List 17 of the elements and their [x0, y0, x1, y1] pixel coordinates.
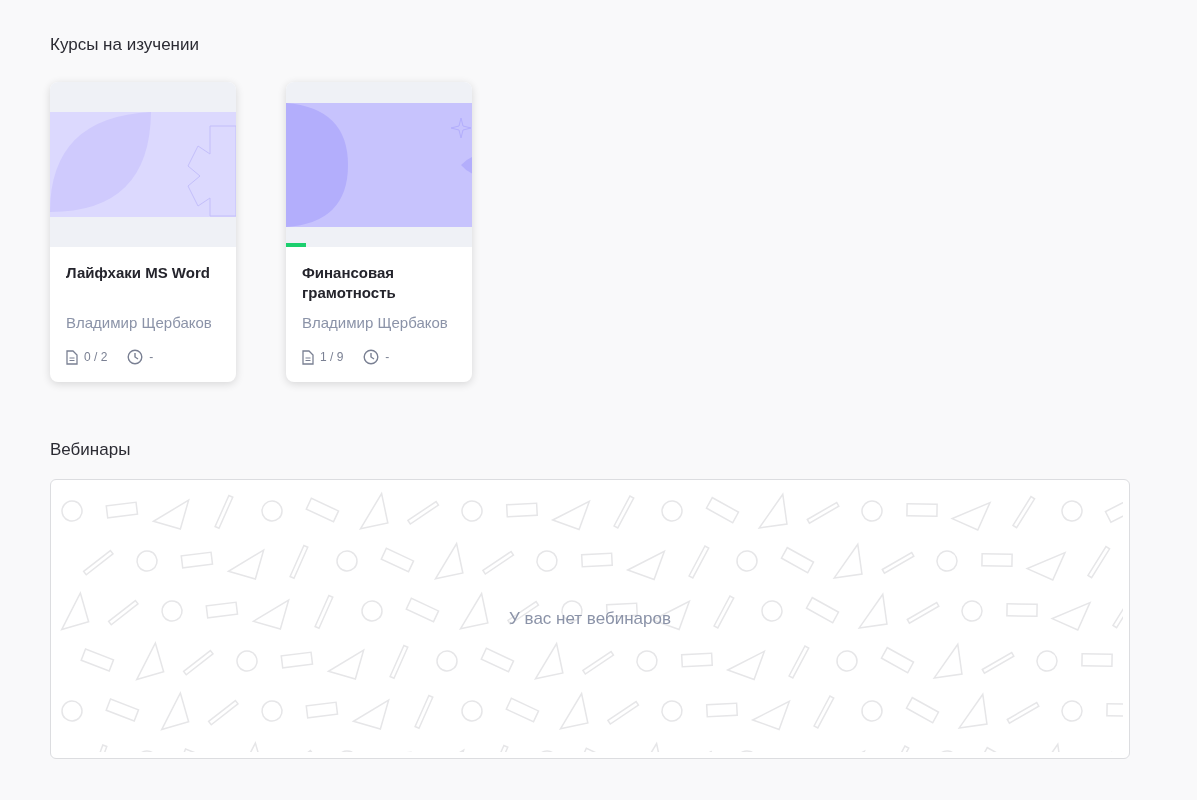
- course-title: Лайфхаки MS Word: [66, 263, 211, 283]
- duration: -: [149, 350, 154, 364]
- course-author: Владимир Щербаков: [302, 313, 449, 333]
- empty-message: У вас нет вебинаров: [509, 609, 671, 629]
- lesson-count: 0 / 2: [84, 350, 108, 364]
- document-icon: [302, 349, 314, 365]
- section-title: Курсы на изучении: [50, 34, 200, 56]
- course-title: Финансовая грамотность: [302, 263, 397, 303]
- clock-icon: [363, 349, 380, 365]
- course-card[interactable]: Лайфхаки MS Word Владимир Щербаков 0 / 2 -: [50, 82, 236, 382]
- clock-icon: [127, 349, 144, 365]
- course-author: Владимир Щербаков: [66, 313, 213, 333]
- course-card[interactable]: Финансовая грамотность Владимир Щербаков 1 / 9 -: [286, 82, 472, 382]
- section-title: Вебинары: [50, 439, 132, 461]
- document-icon: [66, 349, 78, 365]
- lesson-count: 1 / 9: [320, 350, 344, 364]
- duration: -: [385, 350, 390, 364]
